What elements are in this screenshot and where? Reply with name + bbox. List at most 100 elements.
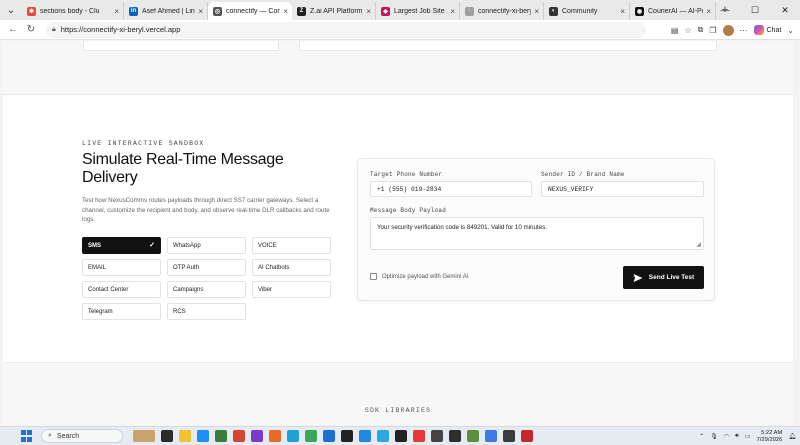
channel-option[interactable]: SMS ✓	[82, 237, 161, 254]
app-icon[interactable]	[287, 430, 299, 442]
browser-tab[interactable]: ◐ Community ×	[544, 2, 630, 20]
reader-icon[interactable]: ▤	[671, 26, 679, 35]
chevron-up-icon[interactable]: ⌃	[699, 433, 704, 440]
channel-option[interactable]: Contact Center	[82, 281, 161, 298]
card-stub	[299, 41, 717, 51]
channel-option[interactable]: RCS	[167, 303, 246, 320]
widgets-icon[interactable]	[133, 430, 155, 442]
channel-option[interactable]: EMAIL	[82, 259, 161, 276]
microphone-icon[interactable]: 🎙︎	[710, 433, 718, 440]
close-tab-icon[interactable]: ×	[620, 7, 625, 16]
search-placeholder: Search	[56, 432, 80, 440]
app-icon[interactable]	[341, 430, 353, 442]
terminal-icon[interactable]	[215, 430, 227, 442]
chat-label: Chat	[766, 26, 782, 34]
app-icon[interactable]	[431, 430, 443, 442]
close-tab-icon[interactable]: ×	[198, 7, 203, 16]
clock[interactable]: 5:22 AM 7/29/2026	[757, 430, 783, 444]
close-tab-icon[interactable]: ×	[450, 7, 455, 16]
close-tab-icon[interactable]: ×	[283, 7, 288, 16]
battery-icon[interactable]: ▭	[745, 433, 751, 440]
browser-tab[interactable]: ◌ connectify-xi-beryl ×	[460, 2, 544, 20]
back-icon[interactable]: ←	[4, 20, 22, 40]
start-icon[interactable]	[21, 430, 33, 442]
channel-option[interactable]: AI Chatbots	[252, 259, 331, 276]
sandbox-section: LIVE INTERACTIVE SANDBOX Simulate Real-T…	[3, 96, 793, 363]
extensions-icon[interactable]: ⧉	[698, 25, 704, 35]
browser-tab[interactable]: ◆ Largest Job Site in ×	[376, 2, 460, 20]
resize-handle-icon[interactable]: ◢	[696, 241, 701, 248]
firefox-icon[interactable]	[269, 430, 281, 442]
zed-icon[interactable]	[395, 430, 407, 442]
test-form-panel: Target Phone Number +1 (555) 019-2834 Se…	[357, 158, 715, 301]
app-icon[interactable]	[485, 430, 497, 442]
channel-label: VOICE	[258, 242, 277, 249]
tab-strip: ⌄ ✱ sections body - Clu × in Asef Ahmed | Li…	[0, 0, 800, 20]
close-tab-icon[interactable]: ×	[114, 7, 119, 16]
favorite-icon[interactable]: ☆	[684, 26, 691, 35]
channel-option[interactable]: VOICE	[252, 237, 331, 254]
close-tab-icon[interactable]: ×	[534, 7, 539, 16]
task-view-icon[interactable]	[161, 430, 173, 442]
sdk-title: SDK LIBRARIES	[364, 407, 432, 414]
body-textarea[interactable]: Your security verification code is 84920…	[370, 217, 704, 250]
app-icon[interactable]	[503, 430, 515, 442]
app-icon[interactable]	[467, 430, 479, 442]
refresh-icon[interactable]: ↻	[22, 20, 40, 40]
chatgpt-icon[interactable]	[449, 430, 461, 442]
channel-option[interactable]: Campaigns	[167, 281, 246, 298]
chrome-icon[interactable]	[413, 430, 425, 442]
more-icon[interactable]: ⋯	[740, 26, 748, 35]
channel-label: SMS	[88, 242, 102, 249]
notifications-icon[interactable]: 🔔︎	[788, 433, 796, 440]
browser-tab[interactable]: ✱ sections body - Clu ×	[22, 2, 124, 20]
app-icon[interactable]	[521, 430, 533, 442]
office-icon[interactable]	[233, 430, 245, 442]
optimize-checkbox[interactable]	[370, 273, 377, 280]
browser-tab[interactable]: in Asef Ahmed | Linke×	[124, 2, 208, 20]
wifi-icon[interactable]: ◠	[724, 433, 729, 440]
copilot-icon	[753, 25, 764, 35]
channel-option[interactable]: WhatsApp	[167, 237, 246, 254]
close-tab-icon[interactable]: ×	[366, 7, 371, 16]
vscode-icon[interactable]	[377, 430, 389, 442]
clock-time: 5:22 AM	[761, 429, 783, 436]
url-field[interactable]: 🔒︎ https://connectify-xi-beryl.vercel.ap…	[46, 21, 646, 38]
channel-label: OTP Auth	[173, 264, 199, 271]
maximize-icon[interactable]: ☐	[740, 0, 770, 20]
channel-option[interactable]: Viber	[252, 281, 331, 298]
channel-option[interactable]: Telegram	[82, 303, 161, 320]
favicon-icon: ◎	[213, 6, 222, 16]
taskbar-search[interactable]: ⌕ Search	[41, 429, 123, 443]
minimize-icon[interactable]: —	[710, 0, 740, 20]
tab-title: sections body - Clu	[40, 7, 100, 15]
tab-actions-icon[interactable]: ⌄	[0, 0, 22, 20]
app-icon[interactable]	[251, 430, 263, 442]
browser-tab[interactable]: ◉ CourierAI — AI-Po ×	[630, 2, 716, 20]
phone-input[interactable]: +1 (555) 019-2834	[370, 181, 532, 197]
send-live-test-button[interactable]: Send Live Test	[623, 266, 704, 289]
tab-title: connectify-xi-beryl	[478, 7, 532, 15]
close-icon[interactable]: ✕	[770, 0, 800, 20]
optimize-option[interactable]: Optimize payload with Gemini AI	[370, 273, 468, 280]
chat-button[interactable]: Chat	[753, 25, 782, 35]
address-bar: ← ↻ 🔒︎ https://connectify-xi-beryl.verce…	[0, 20, 800, 40]
browser-tab[interactable]: ◎ connectify — Com ×	[208, 2, 292, 20]
tab-title: Largest Job Site in	[394, 7, 448, 15]
file-explorer-icon[interactable]	[179, 430, 191, 442]
volume-icon[interactable]: 🔊︎	[735, 433, 739, 440]
section-eyebrow: LIVE INTERACTIVE SANDBOX	[82, 140, 205, 147]
avatar[interactable]	[722, 24, 734, 36]
favicon-icon: ◐	[549, 6, 558, 16]
vscode-icon[interactable]	[359, 430, 371, 442]
body-label: Message Body Payload	[370, 207, 447, 214]
app-icon[interactable]	[305, 430, 317, 442]
app-icon[interactable]	[323, 430, 335, 442]
browser-tab[interactable]: Z Z.ai API Platform —×	[292, 2, 376, 20]
collections-icon[interactable]: ❐	[709, 26, 716, 35]
sender-input[interactable]: NEXUS_VERIFY	[541, 181, 704, 197]
chevron-down-icon[interactable]: ⌄	[787, 26, 794, 35]
channel-option[interactable]: OTP Auth	[167, 259, 246, 276]
edge-icon[interactable]	[197, 430, 209, 442]
system-tray: ⌃ 🎙︎ ◠ 🔊︎ ▭ 5:22 AM 7/29/2026 🔔︎	[699, 427, 796, 445]
